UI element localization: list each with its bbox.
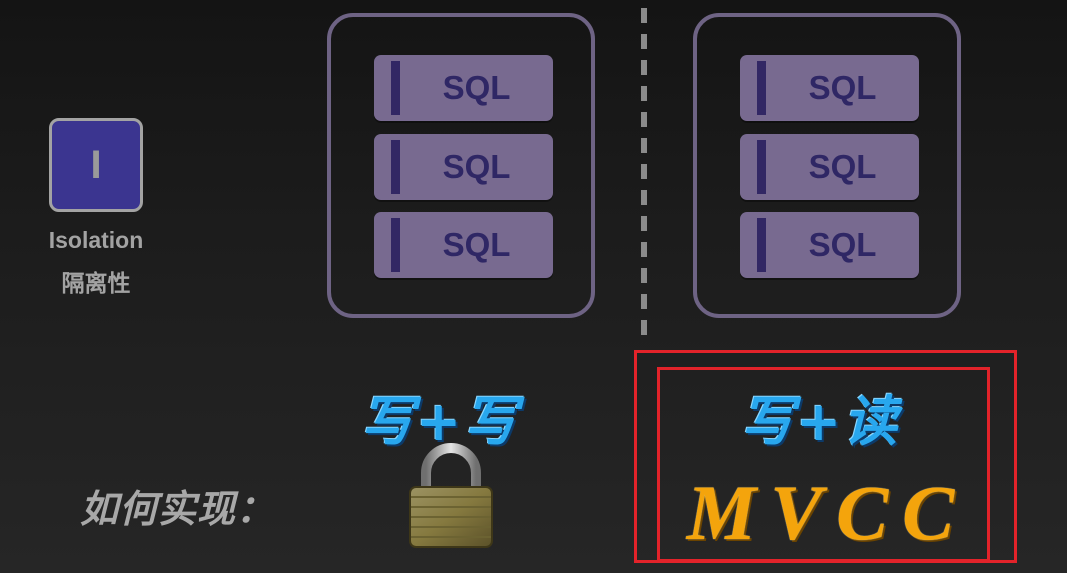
sql-block-bar xyxy=(757,61,766,115)
isolation-icon: I xyxy=(49,118,143,212)
write-read-label: 写+读 xyxy=(740,390,900,453)
sql-block-bar xyxy=(391,140,400,194)
sql-block: SQL xyxy=(740,212,919,278)
how-implement-label: 如何实现： xyxy=(80,487,276,531)
sql-block: SQL xyxy=(374,134,553,200)
mvcc-label: MVCC xyxy=(686,469,969,556)
sql-label: SQL xyxy=(442,148,511,185)
sql-block-bar xyxy=(391,61,400,115)
sql-label: SQL xyxy=(808,148,877,185)
sql-block-bar xyxy=(757,140,766,194)
isolation-letter: I xyxy=(90,143,102,187)
sql-block: SQL xyxy=(740,55,919,121)
sql-block: SQL xyxy=(374,55,553,121)
sql-label: SQL xyxy=(442,69,511,106)
isolation-label-cn: 隔离性 xyxy=(61,271,131,297)
sql-label: SQL xyxy=(808,226,877,263)
sql-block: SQL xyxy=(740,134,919,200)
transaction-left: SQL SQL SQL xyxy=(327,13,595,318)
transaction-right: SQL SQL SQL xyxy=(693,13,961,318)
dashed-divider xyxy=(641,8,647,340)
sql-block-bar xyxy=(391,218,400,272)
sql-block: SQL xyxy=(374,212,553,278)
sql-block-bar xyxy=(757,218,766,272)
sql-label: SQL xyxy=(442,226,511,263)
isolation-label-en: Isolation xyxy=(48,227,144,253)
sql-label: SQL xyxy=(808,69,877,106)
padlock-icon xyxy=(409,443,493,548)
